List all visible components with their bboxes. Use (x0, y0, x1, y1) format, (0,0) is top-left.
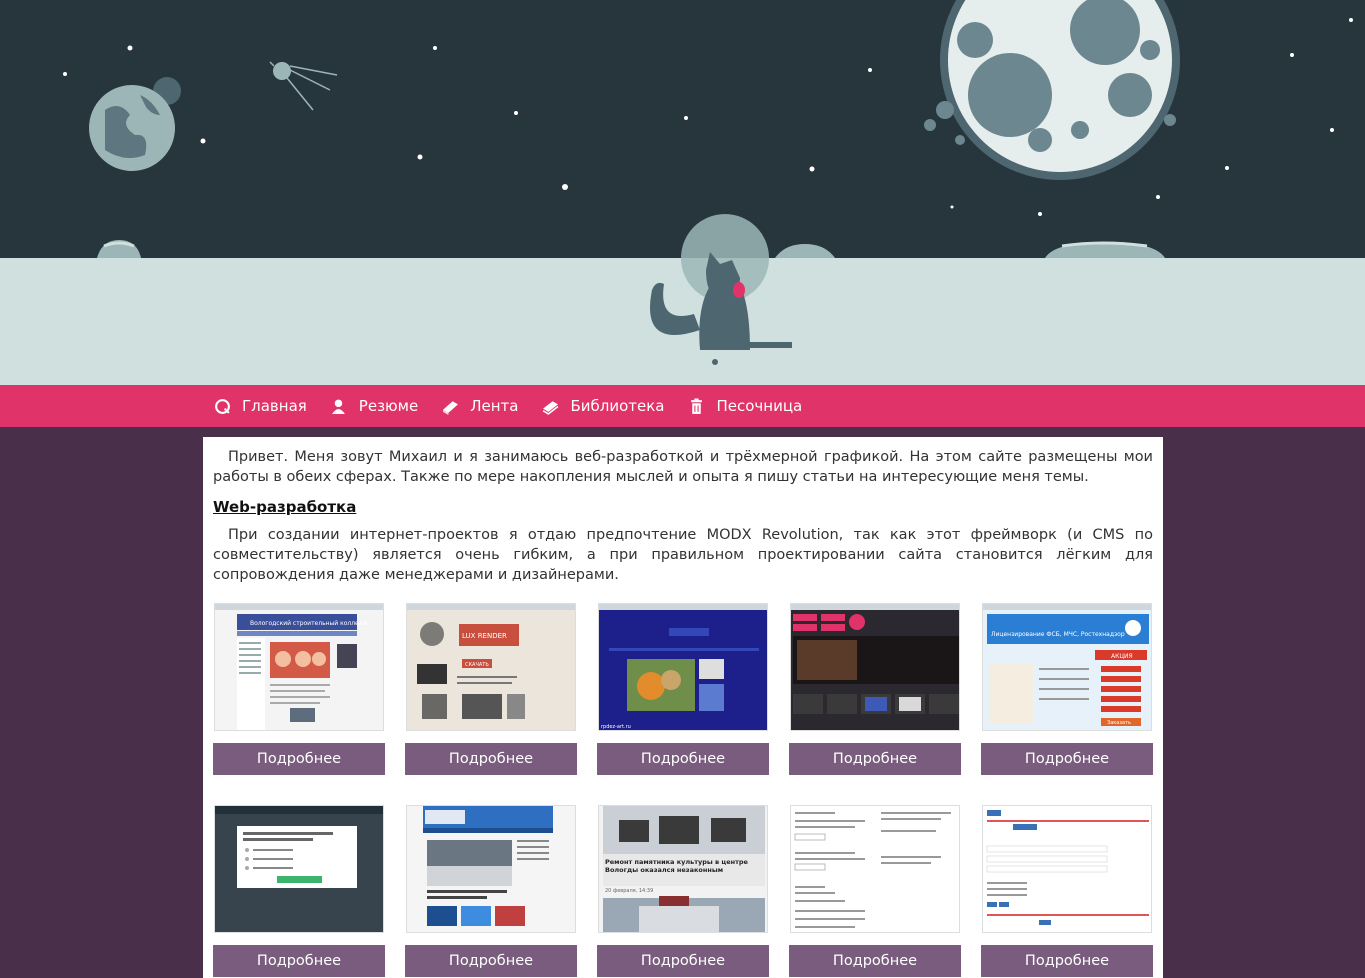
hero-banner (0, 0, 1365, 385)
book-icon (441, 397, 459, 415)
portfolio-card: Подробнее (213, 805, 385, 977)
portfolio-thumbnail[interactable]: Вологодский строительный колледж (214, 603, 384, 731)
portfolio-card: Вологодский строительный колледж Подробн… (213, 603, 385, 775)
more-button[interactable]: Подробнее (213, 945, 385, 977)
thumb-badge: АКЦИЯ (1111, 653, 1133, 660)
more-button[interactable]: Подробнее (789, 945, 961, 977)
main-content: Привет. Меня зовут Михаил и я занимаюсь … (203, 437, 1163, 978)
nav-item-resume[interactable]: Резюме (330, 397, 418, 415)
portfolio-card: rpdez-art.ru Подробнее (597, 603, 769, 775)
nav-item-label: Песочница (716, 397, 803, 415)
thumb-date: 20 февраля, 14:39 (605, 888, 653, 894)
nav-item-label: Библиотека (570, 397, 665, 415)
portfolio-card: Подробнее (789, 603, 961, 775)
thumb-caption: Вологодский строительный колледж (250, 620, 369, 627)
more-button[interactable]: Подробнее (981, 945, 1153, 977)
portfolio-card: Подробнее (981, 805, 1153, 977)
section-title-web[interactable]: Web-разработка (213, 497, 1153, 517)
more-button[interactable]: Подробнее (981, 743, 1153, 775)
main-nav: Главная Резюме Лента Библиотека Песочниц… (0, 385, 1365, 427)
nav-item-label: Резюме (358, 397, 419, 415)
thumb-order: Заказать (1107, 720, 1131, 726)
more-button[interactable]: Подробнее (597, 945, 769, 977)
portfolio-card: Подробнее (789, 805, 961, 977)
nav-item-label: Главная (242, 397, 307, 415)
nav-item-library[interactable]: Библиотека (541, 397, 665, 415)
portfolio-card: Подробнее (405, 805, 577, 977)
portfolio-card: Ремонт памятника культуры в центре Волог… (597, 805, 769, 977)
nav-item-home[interactable]: Главная (213, 397, 307, 415)
thumb-caption: rpdez-art.ru (601, 724, 631, 730)
space-illustration (0, 0, 1365, 385)
portfolio-thumbnail[interactable]: Ремонт памятника культуры в центре Волог… (598, 805, 768, 933)
portfolio-thumbnail[interactable] (982, 805, 1152, 933)
more-button[interactable]: Подробнее (405, 743, 577, 775)
thumb-caption: Ремонт памятника культуры в центре Волог… (605, 858, 748, 874)
portfolio-thumbnail[interactable]: rpdez-art.ru (598, 603, 768, 731)
portfolio-card: Лицензирование ФСБ, МЧС, Ростехнадзор АК… (981, 603, 1153, 775)
portfolio-thumbnail[interactable]: LUX RENDER СКАЧАТЬ (406, 603, 576, 731)
portfolio-grid: Вологодский строительный колледж Подробн… (213, 603, 1153, 977)
portfolio-thumbnail[interactable] (406, 805, 576, 933)
intro-text: Привет. Меня зовут Михаил и я занимаюсь … (213, 449, 1153, 485)
nav-item-sandbox[interactable]: Песочница (688, 397, 803, 415)
more-button[interactable]: Подробнее (597, 743, 769, 775)
thumb-download: СКАЧАТЬ (465, 662, 489, 668)
more-button[interactable]: Подробнее (213, 743, 385, 775)
portfolio-thumbnail[interactable] (790, 603, 960, 731)
more-button[interactable]: Подробнее (405, 945, 577, 977)
portfolio-card: LUX RENDER СКАЧАТЬ Подробнее (405, 603, 577, 775)
nav-item-label: Лента (470, 397, 519, 415)
nav-item-feed[interactable]: Лента (441, 397, 518, 415)
more-button[interactable]: Подробнее (789, 743, 961, 775)
portfolio-thumbnail[interactable] (790, 805, 960, 933)
book-stack-icon (541, 397, 559, 415)
thumb-caption: Лицензирование ФСБ, МЧС, Ростехнадзор (991, 631, 1125, 638)
portfolio-thumbnail[interactable] (214, 805, 384, 933)
thumb-caption: LUX RENDER (462, 632, 507, 640)
home-icon (213, 397, 231, 415)
web-section-text: При создании интернет-проектов я отдаю п… (213, 527, 1153, 583)
trash-icon (688, 397, 706, 415)
user-icon (330, 397, 348, 415)
portfolio-thumbnail[interactable]: Лицензирование ФСБ, МЧС, Ростехнадзор АК… (982, 603, 1152, 731)
nav-menu: Главная Резюме Лента Библиотека Песочниц… (213, 385, 825, 427)
